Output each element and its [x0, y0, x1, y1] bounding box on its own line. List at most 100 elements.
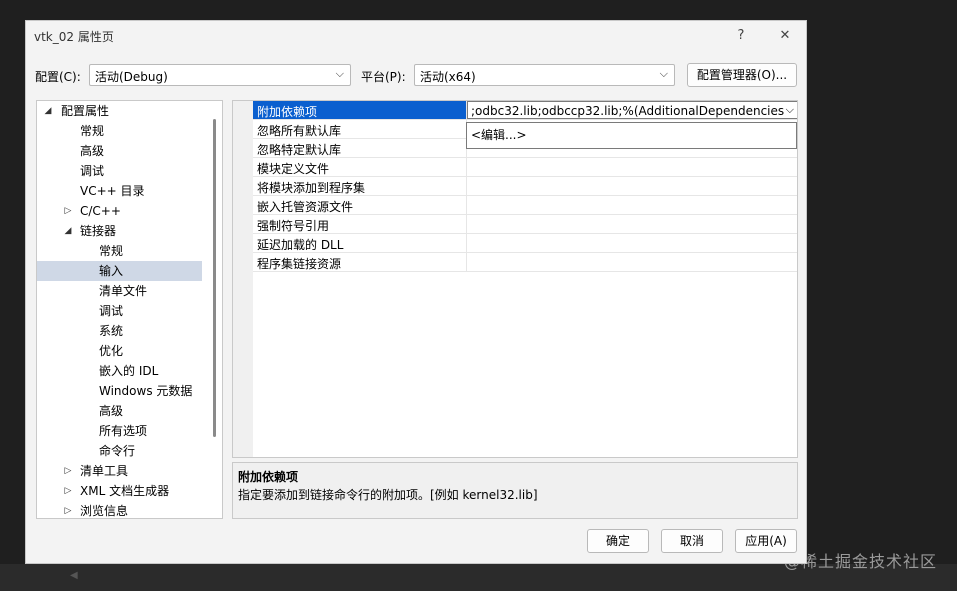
tree-item-label: Windows 元数据: [99, 384, 193, 398]
help-button[interactable]: ?: [726, 25, 756, 47]
tree-item-label: 系统: [99, 324, 124, 338]
title-bar: vtk_02 属性页 ? ✕: [26, 21, 806, 51]
config-label: 配置(C):: [35, 70, 81, 84]
tree-item-c-cpp[interactable]: ▷ C/C++: [37, 201, 207, 221]
tree-item-xml-doc-generator[interactable]: ▷ XML 文档生成器: [37, 481, 207, 501]
config-select[interactable]: 活动(Debug) ⌵: [89, 64, 351, 86]
platform-select[interactable]: 活动(x64) ⌵: [414, 64, 675, 86]
tree-item-vc-directories[interactable]: VC++ 目录: [37, 181, 207, 201]
tree-item-command-line[interactable]: 命令行: [37, 441, 207, 461]
tree-item-label: 配置属性: [61, 104, 110, 118]
property-row[interactable]: 强制符号引用: [253, 215, 797, 234]
tree-item-optimization[interactable]: 优化: [37, 341, 207, 361]
tree-item-label: 常规: [80, 124, 105, 138]
tree-item-label: 常规: [99, 244, 124, 258]
property-grid: 附加依赖项 ;odbc32.lib;odbccp32.lib;%(Additio…: [232, 100, 798, 458]
property-value[interactable]: [466, 158, 797, 176]
ok-button[interactable]: 确定: [587, 529, 649, 553]
tree-item-config-properties[interactable]: ◢ 配置属性: [37, 101, 207, 121]
tree-item-label: 高级: [99, 404, 124, 418]
property-tree[interactable]: ◢ 配置属性 常规 高级 调试 VC++ 目录 ▷ C/C++ ◢ 链接器 常规…: [36, 100, 223, 519]
scroll-left-icon: ◀: [70, 570, 78, 581]
property-value[interactable]: [466, 196, 797, 214]
description-text: 指定要添加到链接命令行的附加项。[例如 kernel32.lib]: [238, 488, 538, 502]
tree-item-all-options[interactable]: 所有选项: [37, 421, 207, 441]
property-row[interactable]: 将模块添加到程序集: [253, 177, 797, 196]
chevron-down-icon: ⌵: [659, 67, 668, 80]
grid-gutter: [233, 101, 253, 457]
platform-label: 平台(P):: [361, 70, 406, 84]
chevron-down-icon: ⌵: [335, 67, 344, 80]
property-name: 忽略特定默认库: [257, 143, 342, 157]
property-row[interactable]: 程序集链接资源: [253, 253, 797, 272]
tree-item-label: 调试: [99, 304, 124, 318]
property-name: 附加依赖项: [257, 105, 318, 119]
field-text: ;odbc32.lib;odbccp32.lib;%(AdditionalDep…: [471, 104, 789, 118]
close-button[interactable]: ✕: [770, 25, 800, 47]
property-name: 延迟加载的 DLL: [257, 238, 344, 252]
property-value[interactable]: [466, 234, 797, 252]
tree-item-label: 嵌入的 IDL: [99, 364, 159, 378]
apply-button[interactable]: 应用(A): [735, 529, 797, 553]
tree-item-linker-general[interactable]: 常规: [37, 241, 207, 261]
tree-item-label: 输入: [99, 264, 124, 278]
property-value[interactable]: [466, 253, 797, 271]
tree-item-embedded-idl[interactable]: 嵌入的 IDL: [37, 361, 207, 381]
configuration-manager-button[interactable]: 配置管理器(O)...: [687, 63, 797, 87]
additional-dependencies-dropdown: <编辑...>: [466, 122, 797, 149]
tree-item-label: C/C++: [80, 204, 121, 218]
dropdown-option-edit[interactable]: <编辑...>: [471, 126, 527, 143]
tree-scrollbar[interactable]: [213, 119, 216, 437]
tree-item-label: 浏览信息: [80, 504, 129, 518]
tree-item-label: XML 文档生成器: [80, 484, 170, 498]
tree-item-system[interactable]: 系统: [37, 321, 207, 341]
property-pages-dialog: vtk_02 属性页 ? ✕ 配置(C): 活动(Debug) ⌵ 平台(P):…: [25, 20, 807, 564]
chevron-right-icon[interactable]: ▷: [63, 501, 73, 518]
property-value[interactable]: ;odbc32.lib;odbccp32.lib;%(AdditionalDep…: [466, 101, 797, 119]
tree-item-linker[interactable]: ◢ 链接器: [37, 221, 207, 241]
property-value[interactable]: [466, 215, 797, 233]
tree-item-label: 清单工具: [80, 464, 129, 478]
property-row[interactable]: 模块定义文件: [253, 158, 797, 177]
property-name: 强制符号引用: [257, 219, 330, 233]
tree-item-label: 所有选项: [99, 424, 148, 438]
property-row[interactable]: 嵌入托管资源文件: [253, 196, 797, 215]
tree-item-general[interactable]: 常规: [37, 121, 207, 141]
tree-item-label: 命令行: [99, 444, 136, 458]
chevron-down-icon[interactable]: ⌵: [783, 103, 794, 117]
property-name: 模块定义文件: [257, 162, 330, 176]
chevron-down-icon[interactable]: ◢: [63, 221, 73, 241]
tree-item-browse-info[interactable]: ▷ 浏览信息: [37, 501, 207, 518]
tree-item-label: 链接器: [80, 224, 117, 238]
config-value: 活动(Debug): [95, 70, 168, 84]
window-title: vtk_02 属性页: [34, 30, 114, 44]
chevron-down-icon[interactable]: ◢: [43, 101, 53, 121]
property-row[interactable]: 延迟加载的 DLL: [253, 234, 797, 253]
description-title: 附加依赖项: [238, 470, 299, 484]
property-value[interactable]: [466, 177, 797, 195]
property-name: 忽略所有默认库: [257, 124, 342, 138]
property-row-additional-dependencies[interactable]: 附加依赖项 ;odbc32.lib;odbccp32.lib;%(Additio…: [253, 101, 797, 120]
tree-item-label: 优化: [99, 344, 124, 358]
tree-item-linker-debugging[interactable]: 调试: [37, 301, 207, 321]
tree-item-manifest-file[interactable]: 清单文件: [37, 281, 207, 301]
property-name: 嵌入托管资源文件: [257, 200, 354, 214]
property-name: 将模块添加到程序集: [257, 181, 366, 195]
cancel-button[interactable]: 取消: [661, 529, 723, 553]
platform-value: 活动(x64): [420, 70, 476, 84]
chevron-right-icon[interactable]: ▷: [63, 201, 73, 221]
tree-item-label: 清单文件: [99, 284, 148, 298]
chevron-right-icon[interactable]: ▷: [63, 481, 73, 501]
tree-item-label: 高级: [80, 144, 105, 158]
tree-item-linker-advanced[interactable]: 高级: [37, 401, 207, 421]
description-panel: 附加依赖项 指定要添加到链接命令行的附加项。[例如 kernel32.lib]: [232, 462, 798, 519]
chevron-right-icon[interactable]: ▷: [63, 461, 73, 481]
tree-item-windows-metadata[interactable]: Windows 元数据: [37, 381, 207, 401]
additional-dependencies-field[interactable]: ;odbc32.lib;odbccp32.lib;%(AdditionalDep…: [467, 101, 797, 119]
tree-item-label: VC++ 目录: [80, 184, 145, 198]
tree-item-linker-input[interactable]: 输入: [37, 261, 202, 281]
tree-item-advanced[interactable]: 高级: [37, 141, 207, 161]
tree-item-manifest-tool[interactable]: ▷ 清单工具: [37, 461, 207, 481]
property-name: 程序集链接资源: [257, 257, 342, 271]
tree-item-debugging[interactable]: 调试: [37, 161, 207, 181]
